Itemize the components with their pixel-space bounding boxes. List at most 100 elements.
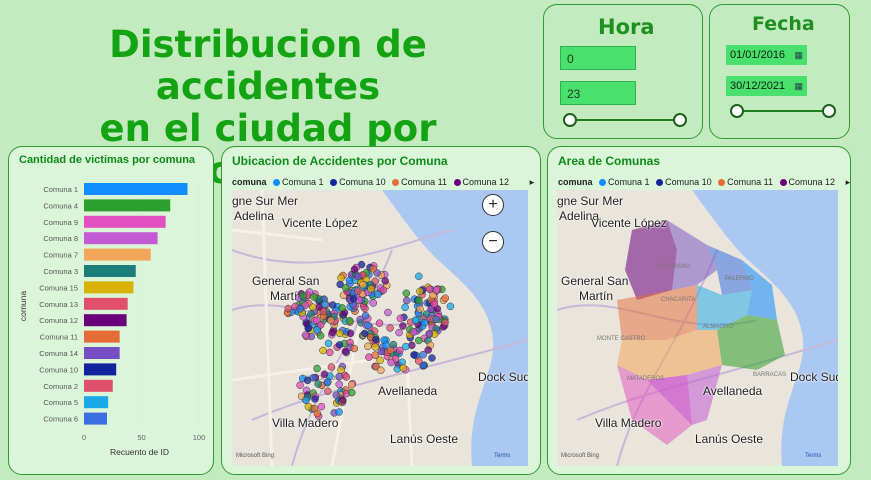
- bar[interactable]: [84, 379, 113, 392]
- accident-point[interactable]: [341, 347, 350, 356]
- accident-point[interactable]: [314, 380, 322, 388]
- accident-point[interactable]: [319, 346, 327, 355]
- bar[interactable]: [84, 215, 166, 228]
- accident-point[interactable]: [353, 287, 362, 295]
- accident-point[interactable]: [432, 286, 441, 294]
- accident-point[interactable]: [377, 347, 386, 356]
- accident-point[interactable]: [386, 324, 394, 332]
- accident-point[interactable]: [402, 289, 411, 298]
- bar[interactable]: [84, 347, 120, 359]
- accident-point[interactable]: [310, 404, 319, 413]
- accident-point[interactable]: [335, 408, 343, 416]
- accident-point[interactable]: [327, 363, 336, 371]
- accident-point[interactable]: [374, 290, 382, 299]
- legend-next-arrow-icon[interactable]: ▸: [530, 177, 535, 187]
- accident-point[interactable]: [424, 346, 432, 354]
- accident-point[interactable]: [346, 329, 355, 338]
- accident-point[interactable]: [396, 346, 404, 355]
- accident-point[interactable]: [296, 381, 304, 389]
- legend-item[interactable]: Comuna 1: [282, 177, 324, 187]
- accident-point[interactable]: [377, 366, 385, 375]
- bar[interactable]: [84, 281, 134, 294]
- accident-point[interactable]: [299, 291, 307, 300]
- accident-point[interactable]: [317, 402, 326, 411]
- accident-point[interactable]: [303, 376, 312, 385]
- legend-next-arrow-icon[interactable]: ▸: [846, 177, 851, 187]
- accident-point[interactable]: [395, 328, 403, 337]
- accident-point[interactable]: [428, 354, 436, 362]
- accident-point[interactable]: [335, 341, 344, 349]
- accident-point[interactable]: [284, 304, 293, 313]
- accident-point[interactable]: [410, 351, 418, 359]
- zoom-out-button[interactable]: −: [482, 231, 504, 253]
- accident-point[interactable]: [361, 311, 370, 320]
- accident-point[interactable]: [359, 280, 367, 289]
- accident-point[interactable]: [409, 328, 418, 336]
- accident-point[interactable]: [354, 272, 362, 281]
- accident-point[interactable]: [402, 342, 410, 351]
- accident-point[interactable]: [301, 331, 310, 339]
- accident-point[interactable]: [369, 299, 378, 307]
- accident-point[interactable]: [381, 277, 389, 285]
- accident-point[interactable]: [415, 296, 423, 305]
- accident-point[interactable]: [324, 387, 332, 396]
- accident-point[interactable]: [384, 308, 392, 317]
- fecha-from-input[interactable]: 01/01/2016 ▦: [726, 45, 807, 65]
- legend-item[interactable]: Comuna 12: [463, 177, 510, 187]
- accident-point[interactable]: [364, 342, 372, 351]
- accident-point[interactable]: [371, 343, 379, 351]
- accident-point[interactable]: [387, 358, 395, 367]
- accident-point[interactable]: [345, 317, 354, 325]
- accident-point[interactable]: [367, 285, 375, 293]
- accident-point[interactable]: [441, 318, 449, 327]
- fecha-to-input[interactable]: 30/12/2021 ▦: [726, 76, 807, 96]
- hora-slider-start-handle[interactable]: [563, 113, 577, 127]
- accident-point[interactable]: [432, 315, 440, 324]
- bar[interactable]: [84, 183, 188, 195]
- accident-point[interactable]: [326, 348, 334, 357]
- accident-point[interactable]: [430, 300, 439, 308]
- legend-item[interactable]: Comuna 10: [339, 177, 386, 187]
- terms-link[interactable]: Terms: [805, 453, 821, 459]
- accident-point[interactable]: [372, 335, 380, 344]
- accident-point[interactable]: [321, 300, 329, 309]
- legend-item[interactable]: Comuna 11: [727, 177, 773, 187]
- accident-point[interactable]: [302, 396, 310, 404]
- fecha-slider-track[interactable]: [737, 110, 829, 112]
- terms-link[interactable]: Terms: [494, 453, 510, 459]
- calendar-icon[interactable]: ▦: [794, 45, 803, 65]
- accident-point[interactable]: [337, 274, 345, 282]
- accident-point[interactable]: [335, 380, 343, 389]
- accident-point[interactable]: [345, 276, 354, 285]
- accident-point[interactable]: [313, 316, 321, 324]
- accident-point[interactable]: [420, 318, 429, 327]
- accident-point[interactable]: [364, 321, 372, 330]
- accident-point[interactable]: [342, 373, 351, 381]
- accident-point[interactable]: [350, 265, 359, 274]
- accident-point[interactable]: [313, 364, 321, 373]
- accident-point[interactable]: [320, 370, 329, 379]
- accident-point[interactable]: [389, 340, 398, 349]
- accident-point[interactable]: [441, 294, 449, 302]
- accident-point[interactable]: [399, 364, 407, 372]
- calendar-icon[interactable]: ▦: [794, 76, 803, 96]
- bar[interactable]: [84, 199, 171, 212]
- accident-point[interactable]: [375, 319, 384, 327]
- accident-point[interactable]: [369, 264, 377, 273]
- accident-point[interactable]: [335, 372, 343, 381]
- bar[interactable]: [84, 248, 151, 261]
- accident-map[interactable]: gne Sur Mer Adelina Vicente López Genera…: [232, 190, 528, 466]
- accident-point[interactable]: [414, 357, 423, 365]
- bar[interactable]: [84, 396, 109, 409]
- legend-item[interactable]: Comuna 10: [665, 177, 712, 187]
- accident-point[interactable]: [347, 380, 356, 389]
- accident-point[interactable]: [396, 314, 405, 323]
- accident-point[interactable]: [350, 344, 359, 353]
- accident-point[interactable]: [399, 322, 407, 330]
- accident-point[interactable]: [348, 388, 356, 397]
- accident-point[interactable]: [415, 336, 423, 345]
- zoom-in-button[interactable]: +: [482, 194, 504, 216]
- hora-slider-end-handle[interactable]: [673, 113, 687, 127]
- accident-point[interactable]: [416, 305, 424, 313]
- fecha-slider-start-handle[interactable]: [730, 104, 744, 118]
